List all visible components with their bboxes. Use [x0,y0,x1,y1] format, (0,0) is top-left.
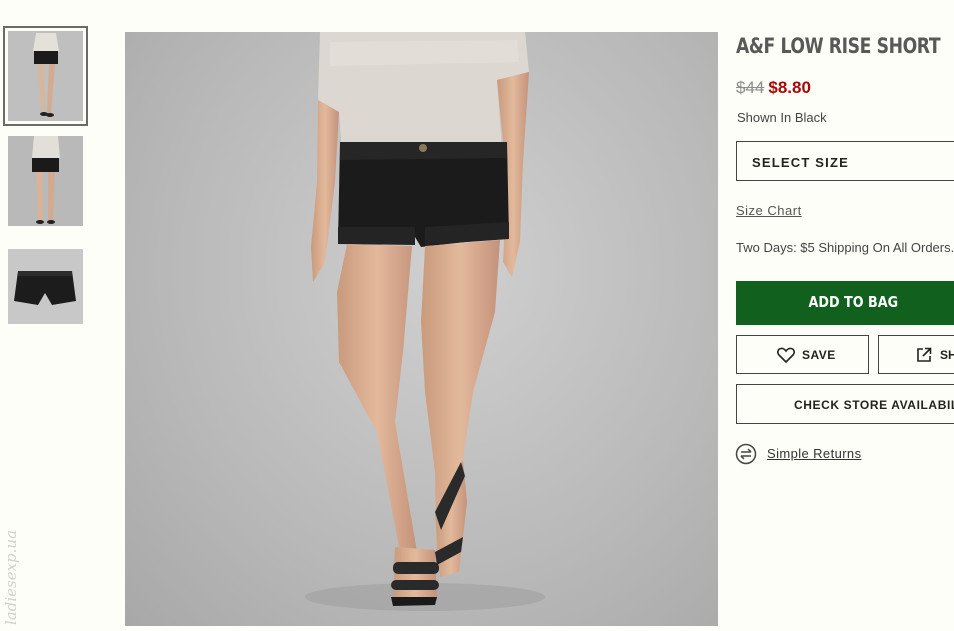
thumbnail-back-view[interactable] [8,136,83,226]
add-to-bag-button[interactable]: ADD TO BAG [736,281,954,325]
product-title: A&F LOW RISE SHORT [736,34,941,58]
select-size-label: SELECT SIZE [752,155,849,170]
watermark-text: ladiesexp.ua [2,529,20,625]
model-front-thumbnail-image [8,31,83,121]
thumbnail-product-flat[interactable] [8,249,83,324]
add-to-bag-label: ADD TO BAG [808,293,899,311]
save-button[interactable]: SAVE [736,335,869,374]
heart-icon [777,347,795,363]
model-back-thumbnail-image [8,136,83,226]
thumbnail-front-view[interactable] [3,26,88,126]
share-icon [917,347,932,362]
share-button[interactable]: SH [878,335,954,374]
price-block: $44 $8.80 [736,78,811,98]
save-label: SAVE [802,348,836,362]
main-product-image [125,32,718,626]
original-price: $44 [736,78,765,97]
color-caption: Shown In Black [737,110,827,125]
check-store-availability-label: CHECK STORE AVAILABILITY [794,398,954,412]
size-chart-link[interactable]: Size Chart [736,203,802,218]
shipping-message: Two Days: $5 Shipping On All Orders. [736,240,954,255]
check-store-availability-button[interactable]: CHECK STORE AVAILABILITY [736,384,954,424]
share-label: SH [940,348,954,362]
select-size-dropdown[interactable]: SELECT SIZE [736,141,954,181]
sale-price: $8.80 [768,78,811,97]
exchange-arrows-icon [735,443,757,465]
shorts-flat-thumbnail-image [8,249,83,324]
simple-returns-link[interactable]: Simple Returns [767,446,861,461]
